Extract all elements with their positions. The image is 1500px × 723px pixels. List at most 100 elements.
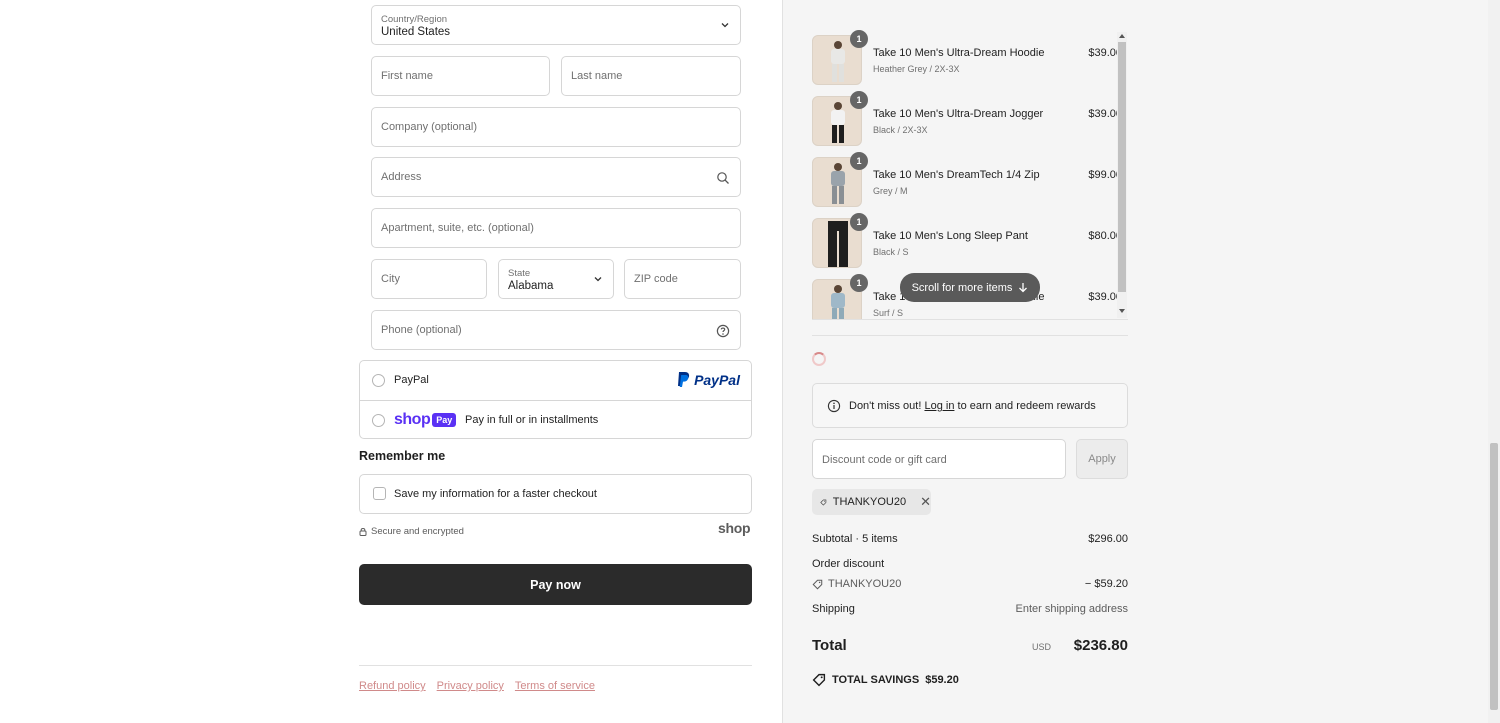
currency-code: USD xyxy=(1031,642,1051,652)
quantity-badge: 1 xyxy=(850,152,868,170)
chevron-down-icon xyxy=(721,23,729,28)
secure-note: Secure and encrypted xyxy=(359,526,464,537)
savings-value: $59.20 xyxy=(925,674,959,686)
country-select[interactable]: Country/Region United States xyxy=(371,5,741,45)
page-scrollbar[interactable] xyxy=(1488,0,1500,723)
page-scrollbar-thumb[interactable] xyxy=(1490,443,1498,710)
discount-code-row: THANKYOU20 − $59.20 xyxy=(812,578,1128,593)
savings-label: TOTAL SAVINGS xyxy=(832,674,920,686)
scroll-up-arrow-icon[interactable] xyxy=(1118,33,1126,39)
quantity-badge: 1 xyxy=(850,91,868,109)
notice-prefix: Don't miss out! xyxy=(849,400,922,412)
order-discount-row: Order discount xyxy=(812,558,1128,570)
terms-of-service-link[interactable]: Terms of service xyxy=(515,680,595,692)
subtotal-row: Subtotal · 5 items $296.00 xyxy=(812,533,1128,545)
discount-code-input[interactable]: Discount code or gift card xyxy=(812,439,1066,479)
lock-icon xyxy=(359,527,367,536)
secure-text: Secure and encrypted xyxy=(371,526,464,537)
help-icon[interactable] xyxy=(716,324,730,338)
paypal-radio[interactable] xyxy=(372,374,385,387)
search-icon[interactable] xyxy=(716,171,730,185)
item-variant: Surf / S xyxy=(873,308,904,318)
first-name-field[interactable]: First name xyxy=(371,56,550,96)
summary-divider xyxy=(812,335,1128,336)
item-name: Take 10 Men's Ultra-Dream Hoodie xyxy=(873,47,1045,59)
items-scrollbar-thumb[interactable] xyxy=(1118,42,1126,292)
tag-icon xyxy=(812,673,826,687)
state-select[interactable]: State Alabama xyxy=(498,259,614,299)
total-label: Total xyxy=(812,637,847,654)
order-item: 1 Take 10 Men's DreamTech 1/4 Zip Grey /… xyxy=(812,152,1122,207)
scroll-hint-text: Scroll for more items xyxy=(911,281,1013,294)
footer-links: Refund policy Privacy policy Terms of se… xyxy=(359,680,595,692)
paypal-wordmark: PayPal xyxy=(694,371,740,388)
item-name: Take 10 Men's Long Sleep Pant xyxy=(873,230,1028,242)
last-name-field[interactable]: Last name xyxy=(561,56,741,96)
city-placeholder: City xyxy=(381,273,400,285)
order-item: 1 Take 10 Men's Ultra-Dream Hoodie Heath… xyxy=(812,30,1122,85)
info-icon xyxy=(827,399,841,413)
save-info-checkbox[interactable] xyxy=(373,487,386,500)
save-info-option[interactable]: Save my information for a faster checkou… xyxy=(359,474,752,514)
apply-discount-button[interactable]: Apply xyxy=(1076,439,1128,479)
discount-placeholder: Discount code or gift card xyxy=(822,454,947,466)
order-item: 1 Take 10 Men's Ultra-Dream Jogger Black… xyxy=(812,91,1122,146)
tag-icon xyxy=(812,579,823,589)
phone-field[interactable]: Phone (optional) xyxy=(371,310,741,350)
state-label: State xyxy=(508,268,531,279)
quantity-badge: 1 xyxy=(850,30,868,48)
zip-placeholder: ZIP code xyxy=(634,273,678,285)
remember-me-heading: Remember me xyxy=(359,449,446,463)
address-placeholder: Address xyxy=(381,171,422,183)
apartment-field[interactable]: Apartment, suite, etc. (optional) xyxy=(371,208,741,248)
scroll-down-arrow-icon[interactable] xyxy=(1118,308,1126,314)
item-variant: Black / S xyxy=(873,247,909,257)
shop-pay-radio[interactable] xyxy=(372,414,385,427)
privacy-policy-link[interactable]: Privacy policy xyxy=(437,680,504,692)
pay-now-button[interactable]: Pay now xyxy=(359,564,752,605)
country-label: Country/Region xyxy=(381,14,448,25)
tag-icon xyxy=(820,499,827,505)
arrow-down-icon xyxy=(1019,283,1028,293)
quantity-badge: 1 xyxy=(850,213,868,231)
rewards-notice: Don't miss out! Log in to earn and redee… xyxy=(812,383,1128,428)
quantity-badge: 1 xyxy=(850,274,868,292)
rewards-notice-text: Don't miss out! Log in to earn and redee… xyxy=(849,400,1096,412)
shop-logo: shop xyxy=(718,520,751,536)
shop-pay-logo: shop Pay xyxy=(394,411,457,429)
item-variant: Grey / M xyxy=(873,186,908,196)
state-value: Alabama xyxy=(508,280,554,292)
order-item: 1 Take 10 Men's Long Sleep Pant Black / … xyxy=(812,213,1122,268)
item-variant: Black / 2X-3X xyxy=(873,125,928,135)
shop-pay-label: Pay in full or in installments xyxy=(465,414,599,426)
remove-discount-icon[interactable]: ✕ xyxy=(920,494,931,510)
shipping-row: Shipping Enter shipping address xyxy=(812,603,1128,615)
country-value: United States xyxy=(381,26,451,38)
refund-policy-link[interactable]: Refund policy xyxy=(359,680,426,692)
subtotal-value: $296.00 xyxy=(1088,533,1128,545)
phone-placeholder: Phone (optional) xyxy=(381,324,462,336)
zip-field[interactable]: ZIP code xyxy=(624,259,741,299)
item-variant: Heather Grey / 2X-3X xyxy=(873,64,960,74)
applied-discount-chip: THANKYOU20 ✕ xyxy=(812,489,931,515)
item-name: Take 10 Men's DreamTech 1/4 Zip xyxy=(873,169,1040,181)
last-name-placeholder: Last name xyxy=(571,70,623,82)
shop-pay-badge: Pay xyxy=(432,413,457,427)
discount-code-text: THANKYOU20 xyxy=(828,578,902,590)
apartment-placeholder: Apartment, suite, etc. (optional) xyxy=(381,222,534,234)
company-field[interactable]: Company (optional) xyxy=(371,107,741,147)
footer-divider xyxy=(359,665,752,666)
address-field[interactable]: Address xyxy=(371,157,741,197)
order-discount-label: Order discount xyxy=(812,558,885,570)
total-row: Total USD $236.80 xyxy=(812,637,1128,657)
save-info-label: Save my information for a faster checkou… xyxy=(394,488,597,500)
city-field[interactable]: City xyxy=(371,259,487,299)
applied-code: THANKYOU20 xyxy=(832,496,907,508)
scroll-for-more-button[interactable]: Scroll for more items xyxy=(900,273,1040,302)
loading-spinner-icon xyxy=(812,352,826,366)
payment-methods: PayPal PayPal shop Pay Pay in full or in… xyxy=(359,360,752,439)
total-value: $236.80 xyxy=(1073,637,1128,654)
log-in-link[interactable]: Log in xyxy=(924,400,954,412)
shop-pay-option[interactable]: shop Pay Pay in full or in installments xyxy=(360,400,751,439)
paypal-option[interactable]: PayPal PayPal xyxy=(360,361,751,400)
